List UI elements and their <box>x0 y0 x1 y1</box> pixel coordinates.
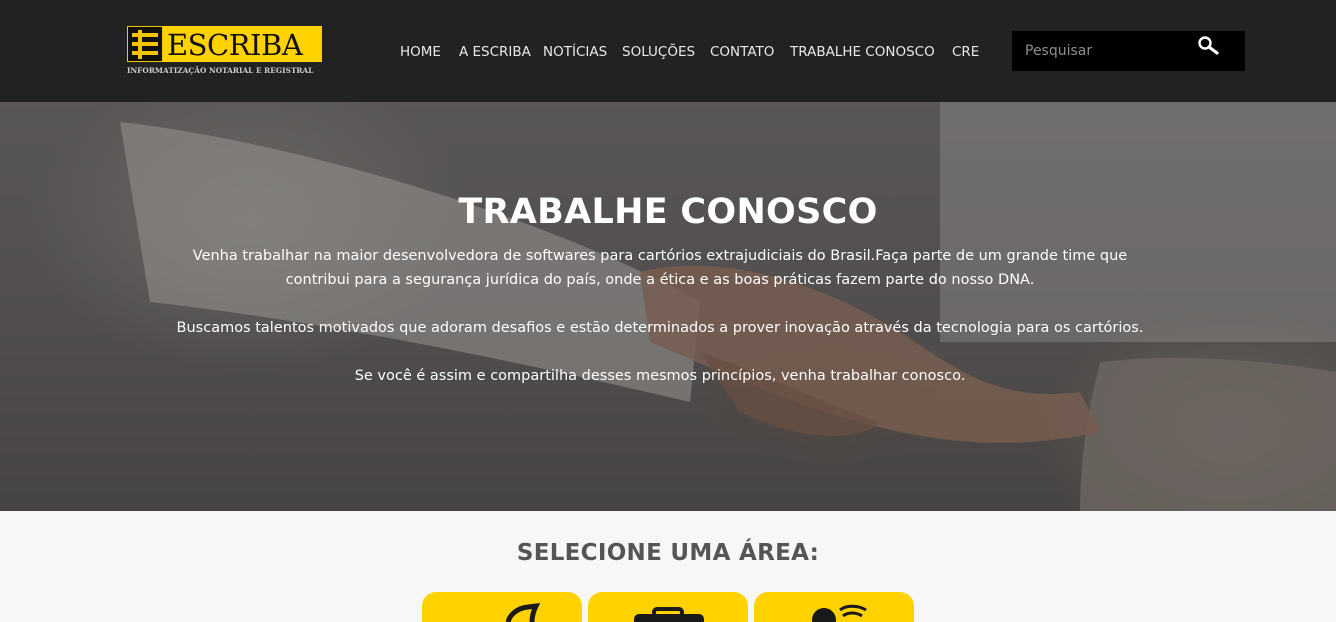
briefcase-icon <box>634 607 704 622</box>
main-nav: HOME A ESCRIBA NOTÍCIAS SOLUÇÕES CONTATO… <box>0 42 1000 62</box>
nav-noticias[interactable]: NOTÍCIAS <box>543 42 607 62</box>
support-agent-icon <box>812 604 867 622</box>
area-card[interactable] <box>422 592 582 622</box>
search-input[interactable] <box>1012 31 1202 71</box>
nav-contato[interactable]: CONTATO <box>710 42 774 62</box>
hero-paragraph-line: Venha trabalhar na maior desenvolvedora … <box>192 248 1128 264</box>
area-card[interactable] <box>588 592 748 622</box>
hero-title: TRABALHE CONOSCO <box>458 192 878 232</box>
nav-cre[interactable]: CRE <box>952 42 979 62</box>
hero-overlay <box>0 102 1336 511</box>
logo-tagline: INFORMATIZAÇÃO NOTARIAL E REGISTRAL <box>127 66 314 75</box>
nav-solucoes[interactable]: SOLUÇÕES <box>622 42 695 62</box>
hero-banner: TRABALHE CONOSCO Venha trabalhar na maio… <box>0 102 1336 511</box>
hero-paragraph-line: contribui para a segurança jurídica do p… <box>285 272 1035 288</box>
search-icon[interactable] <box>1196 34 1222 60</box>
nav-trabalhe-conosco[interactable]: TRABALHE CONOSCO <box>790 42 935 62</box>
hero-paragraph-talents: Buscamos talentos motivados que adoram d… <box>176 320 1144 336</box>
nav-a-escriba[interactable]: A ESCRIBA <box>459 42 531 62</box>
site-header: ESCRIBA INFORMATIZAÇÃO NOTARIAL E REGIST… <box>0 0 1336 102</box>
area-card[interactable] <box>754 592 914 622</box>
areas-title: SELECIONE UMA ÁREA: <box>516 540 820 566</box>
leaf-icon <box>505 602 541 622</box>
nav-home[interactable]: HOME <box>400 42 441 62</box>
hero-paragraph-invite: Se você é assim e compartilha desses mes… <box>354 368 966 384</box>
